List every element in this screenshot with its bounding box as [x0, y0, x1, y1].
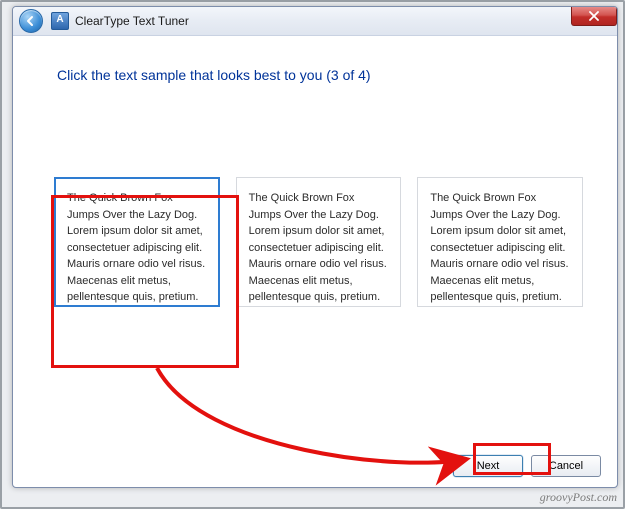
back-button[interactable]	[19, 9, 43, 33]
sample-row: The Quick Brown Fox Jumps Over the Lazy …	[54, 177, 583, 307]
button-row: Next Cancel	[453, 455, 601, 477]
watermark: groovyPost.com	[540, 490, 617, 505]
page-heading: Click the text sample that looks best to…	[57, 67, 601, 83]
text-sample-1[interactable]: The Quick Brown Fox Jumps Over the Lazy …	[54, 177, 220, 307]
close-icon	[588, 11, 600, 21]
title-bar: A ClearType Text Tuner	[13, 7, 617, 36]
close-button[interactable]	[571, 7, 617, 26]
text-sample-3[interactable]: The Quick Brown Fox Jumps Over the Lazy …	[417, 177, 583, 307]
dialog-window: A ClearType Text Tuner Click the text sa…	[12, 6, 618, 488]
next-button[interactable]: Next	[453, 455, 523, 477]
back-arrow-icon	[25, 15, 37, 27]
window-title: ClearType Text Tuner	[75, 14, 189, 28]
dialog-body: Click the text sample that looks best to…	[29, 47, 601, 443]
app-icon: A	[51, 12, 69, 30]
screenshot-frame: A ClearType Text Tuner Click the text sa…	[0, 0, 625, 509]
cancel-button[interactable]: Cancel	[531, 455, 601, 477]
text-sample-2[interactable]: The Quick Brown Fox Jumps Over the Lazy …	[236, 177, 402, 307]
